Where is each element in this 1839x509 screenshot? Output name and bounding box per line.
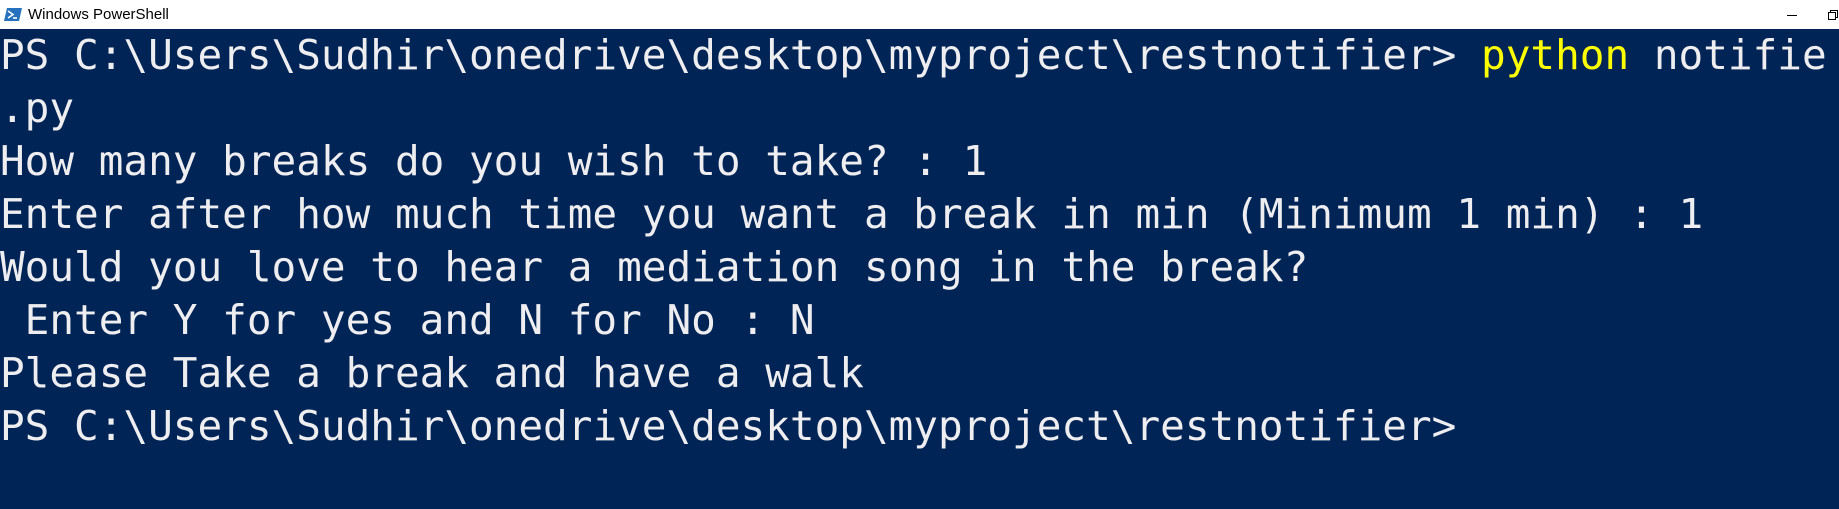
powershell-icon <box>4 7 22 22</box>
command-name: python <box>1481 31 1630 79</box>
window-controls <box>1769 0 1839 29</box>
restore-icon[interactable] <box>1815 0 1839 29</box>
console-line-prompt: PS C:\Users\Sudhir\onedrive\desktop\mypr… <box>0 402 1457 450</box>
console-line-wrap: .py <box>0 84 75 132</box>
minimize-icon[interactable] <box>1769 0 1815 29</box>
console-output[interactable]: PS C:\Users\Sudhir\onedrive\desktop\mypr… <box>0 29 1839 509</box>
command-argument: notifie <box>1629 31 1827 79</box>
console-line-prompt-command: PS C:\Users\Sudhir\onedrive\desktop\mypr… <box>0 29 1827 82</box>
title-bar[interactable]: Windows PowerShell <box>0 0 1839 29</box>
console-line-output: Would you love to hear a mediation song … <box>0 243 1309 291</box>
console-line-output: How many breaks do you wish to take? : 1 <box>0 137 988 185</box>
window-title: Windows PowerShell <box>28 6 169 23</box>
console-line-output: Enter Y for yes and N for No : N <box>0 296 815 344</box>
console-line-output: Enter after how much time you want a bre… <box>0 190 1704 238</box>
prompt: PS C:\Users\Sudhir\onedrive\desktop\mypr… <box>0 31 1482 79</box>
console-line-output: Please Take a break and have a walk <box>0 349 864 397</box>
